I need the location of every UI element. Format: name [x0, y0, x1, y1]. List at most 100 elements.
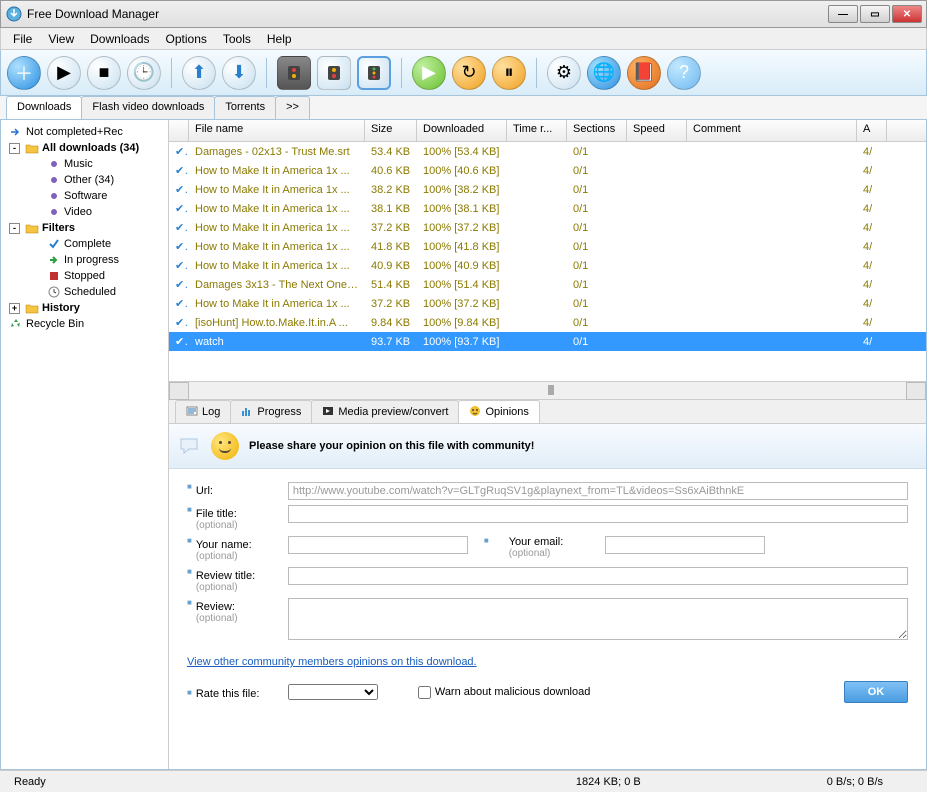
check-icon: ✔: [169, 201, 189, 216]
smiley-icon: [211, 432, 239, 460]
ok-button[interactable]: OK: [844, 681, 908, 703]
table-row[interactable]: ✔How to Make It in America 1x ...40.9 KB…: [169, 256, 926, 275]
help-button[interactable]: ?: [667, 56, 701, 90]
traffic-heavy-button[interactable]: [357, 56, 391, 90]
move-up-button[interactable]: ⬆: [182, 56, 216, 90]
tab-3[interactable]: >>: [275, 96, 310, 119]
column-header[interactable]: Time r...: [507, 120, 567, 141]
check-icon: ✔: [169, 220, 189, 235]
tree-item[interactable]: -Filters: [3, 220, 166, 236]
tab-1[interactable]: Flash video downloads: [81, 96, 215, 119]
check-icon: [47, 237, 61, 251]
tree-item[interactable]: +History: [3, 300, 166, 316]
check-icon: ✔: [169, 315, 189, 330]
traffic-light-button[interactable]: [277, 56, 311, 90]
book-button[interactable]: 📕: [627, 56, 661, 90]
column-header[interactable]: Comment: [687, 120, 857, 141]
column-header[interactable]: Speed: [627, 120, 687, 141]
column-header[interactable]: Size: [365, 120, 417, 141]
folder-icon: [25, 221, 39, 235]
column-header[interactable]: File name: [189, 120, 365, 141]
warn-label: Warn about malicious download: [435, 686, 591, 698]
review-title-input[interactable]: [288, 567, 908, 585]
view-opinions-link[interactable]: View other community members opinions on…: [187, 656, 477, 668]
pause-all-button[interactable]: ↻: [452, 56, 486, 90]
column-header[interactable]: Downloaded: [417, 120, 507, 141]
recycle-icon: [9, 317, 23, 331]
your-email-label: Your email:: [509, 536, 564, 548]
stop-button[interactable]: ■: [87, 56, 121, 90]
minimize-button[interactable]: —: [828, 5, 858, 23]
tree-item[interactable]: Music: [3, 156, 166, 172]
check-icon: ✔: [169, 144, 189, 159]
column-header[interactable]: Sections: [567, 120, 627, 141]
tree-item[interactable]: Other (34): [3, 172, 166, 188]
your-name-input[interactable]: [288, 536, 468, 554]
url-label: Url:: [196, 482, 288, 497]
tree-item[interactable]: Video: [3, 204, 166, 220]
status-right: 0 B/s; 0 B/s: [819, 776, 891, 788]
browser-button[interactable]: 🌐: [587, 56, 621, 90]
maximize-button[interactable]: ▭: [860, 5, 890, 23]
table-row[interactable]: ✔How to Make It in America 1x ...37.2 KB…: [169, 294, 926, 313]
downloads-grid[interactable]: ✔Damages - 02x13 - Trust Me.srt53.4 KB10…: [169, 142, 926, 382]
tree-item[interactable]: Software: [3, 188, 166, 204]
tab-icon: [469, 405, 481, 420]
your-email-input[interactable]: [605, 536, 765, 554]
horizontal-scrollbar[interactable]: [169, 382, 926, 400]
folder-icon: [25, 141, 39, 155]
tree-item[interactable]: -All downloads (34): [3, 140, 166, 156]
tree-item[interactable]: Scheduled: [3, 284, 166, 300]
table-row[interactable]: ✔Damages 3x13 - The Next One ...51.4 KB1…: [169, 275, 926, 294]
move-down-button[interactable]: ⬇: [222, 56, 256, 90]
sidebar-tree[interactable]: Not completed+Rec-All downloads (34)Musi…: [1, 120, 169, 769]
tree-item[interactable]: Complete: [3, 236, 166, 252]
tree-item[interactable]: Recycle Bin: [3, 316, 166, 332]
column-header[interactable]: [169, 120, 189, 141]
stop-all-button[interactable]: ⏸: [492, 56, 526, 90]
main-tabs: DownloadsFlash video downloadsTorrents>>: [0, 96, 927, 120]
tree-item[interactable]: Not completed+Rec: [3, 124, 166, 140]
check-icon: ✔: [169, 258, 189, 273]
warn-checkbox[interactable]: [418, 686, 431, 699]
opinions-panel: Please share your opinion on this file w…: [169, 424, 926, 769]
file-title-input[interactable]: [288, 505, 908, 523]
start-all-button[interactable]: ▶: [412, 56, 446, 90]
menu-view[interactable]: View: [40, 30, 82, 48]
column-header[interactable]: A: [857, 120, 887, 141]
menu-downloads[interactable]: Downloads: [82, 30, 157, 48]
review-textarea[interactable]: [288, 598, 908, 640]
close-button[interactable]: ✕: [892, 5, 922, 23]
table-row[interactable]: ✔[isoHunt] How.to.Make.It.in.A ...9.84 K…: [169, 313, 926, 332]
menubar: FileViewDownloadsOptionsToolsHelp: [0, 28, 927, 50]
table-row[interactable]: ✔How to Make It in America 1x ...37.2 KB…: [169, 218, 926, 237]
detail-tab-0[interactable]: Log: [175, 400, 231, 423]
table-row[interactable]: ✔How to Make It in America 1x ...38.1 KB…: [169, 199, 926, 218]
table-row[interactable]: ✔How to Make It in America 1x ...41.8 KB…: [169, 237, 926, 256]
tree-item[interactable]: Stopped: [3, 268, 166, 284]
add-download-button[interactable]: ＋: [7, 56, 41, 90]
menu-file[interactable]: File: [5, 30, 40, 48]
schedule-button[interactable]: 🕒: [127, 56, 161, 90]
table-row[interactable]: ✔watch93.7 KB100% [93.7 KB]0/14/: [169, 332, 926, 351]
menu-tools[interactable]: Tools: [215, 30, 259, 48]
menu-help[interactable]: Help: [259, 30, 300, 48]
table-row[interactable]: ✔How to Make It in America 1x ...40.6 KB…: [169, 161, 926, 180]
traffic-medium-button[interactable]: [317, 56, 351, 90]
start-button[interactable]: ▶: [47, 56, 81, 90]
table-row[interactable]: ✔Damages - 02x13 - Trust Me.srt53.4 KB10…: [169, 142, 926, 161]
tab-0[interactable]: Downloads: [6, 96, 82, 119]
url-input[interactable]: [288, 482, 908, 500]
detail-tab-2[interactable]: Media preview/convert: [311, 400, 459, 423]
detail-tab-3[interactable]: Opinions: [458, 400, 539, 423]
tree-item[interactable]: In progress: [3, 252, 166, 268]
arrow-green-icon: [47, 253, 61, 267]
tab-2[interactable]: Torrents: [214, 96, 276, 119]
menu-options[interactable]: Options: [158, 30, 215, 48]
tab-icon: [186, 405, 198, 420]
status-mid: 1824 KB; 0 B: [568, 776, 649, 788]
detail-tab-1[interactable]: Progress: [230, 400, 312, 423]
table-row[interactable]: ✔How to Make It in America 1x ...38.2 KB…: [169, 180, 926, 199]
rate-select[interactable]: [288, 684, 378, 700]
settings-button[interactable]: ⚙: [547, 56, 581, 90]
